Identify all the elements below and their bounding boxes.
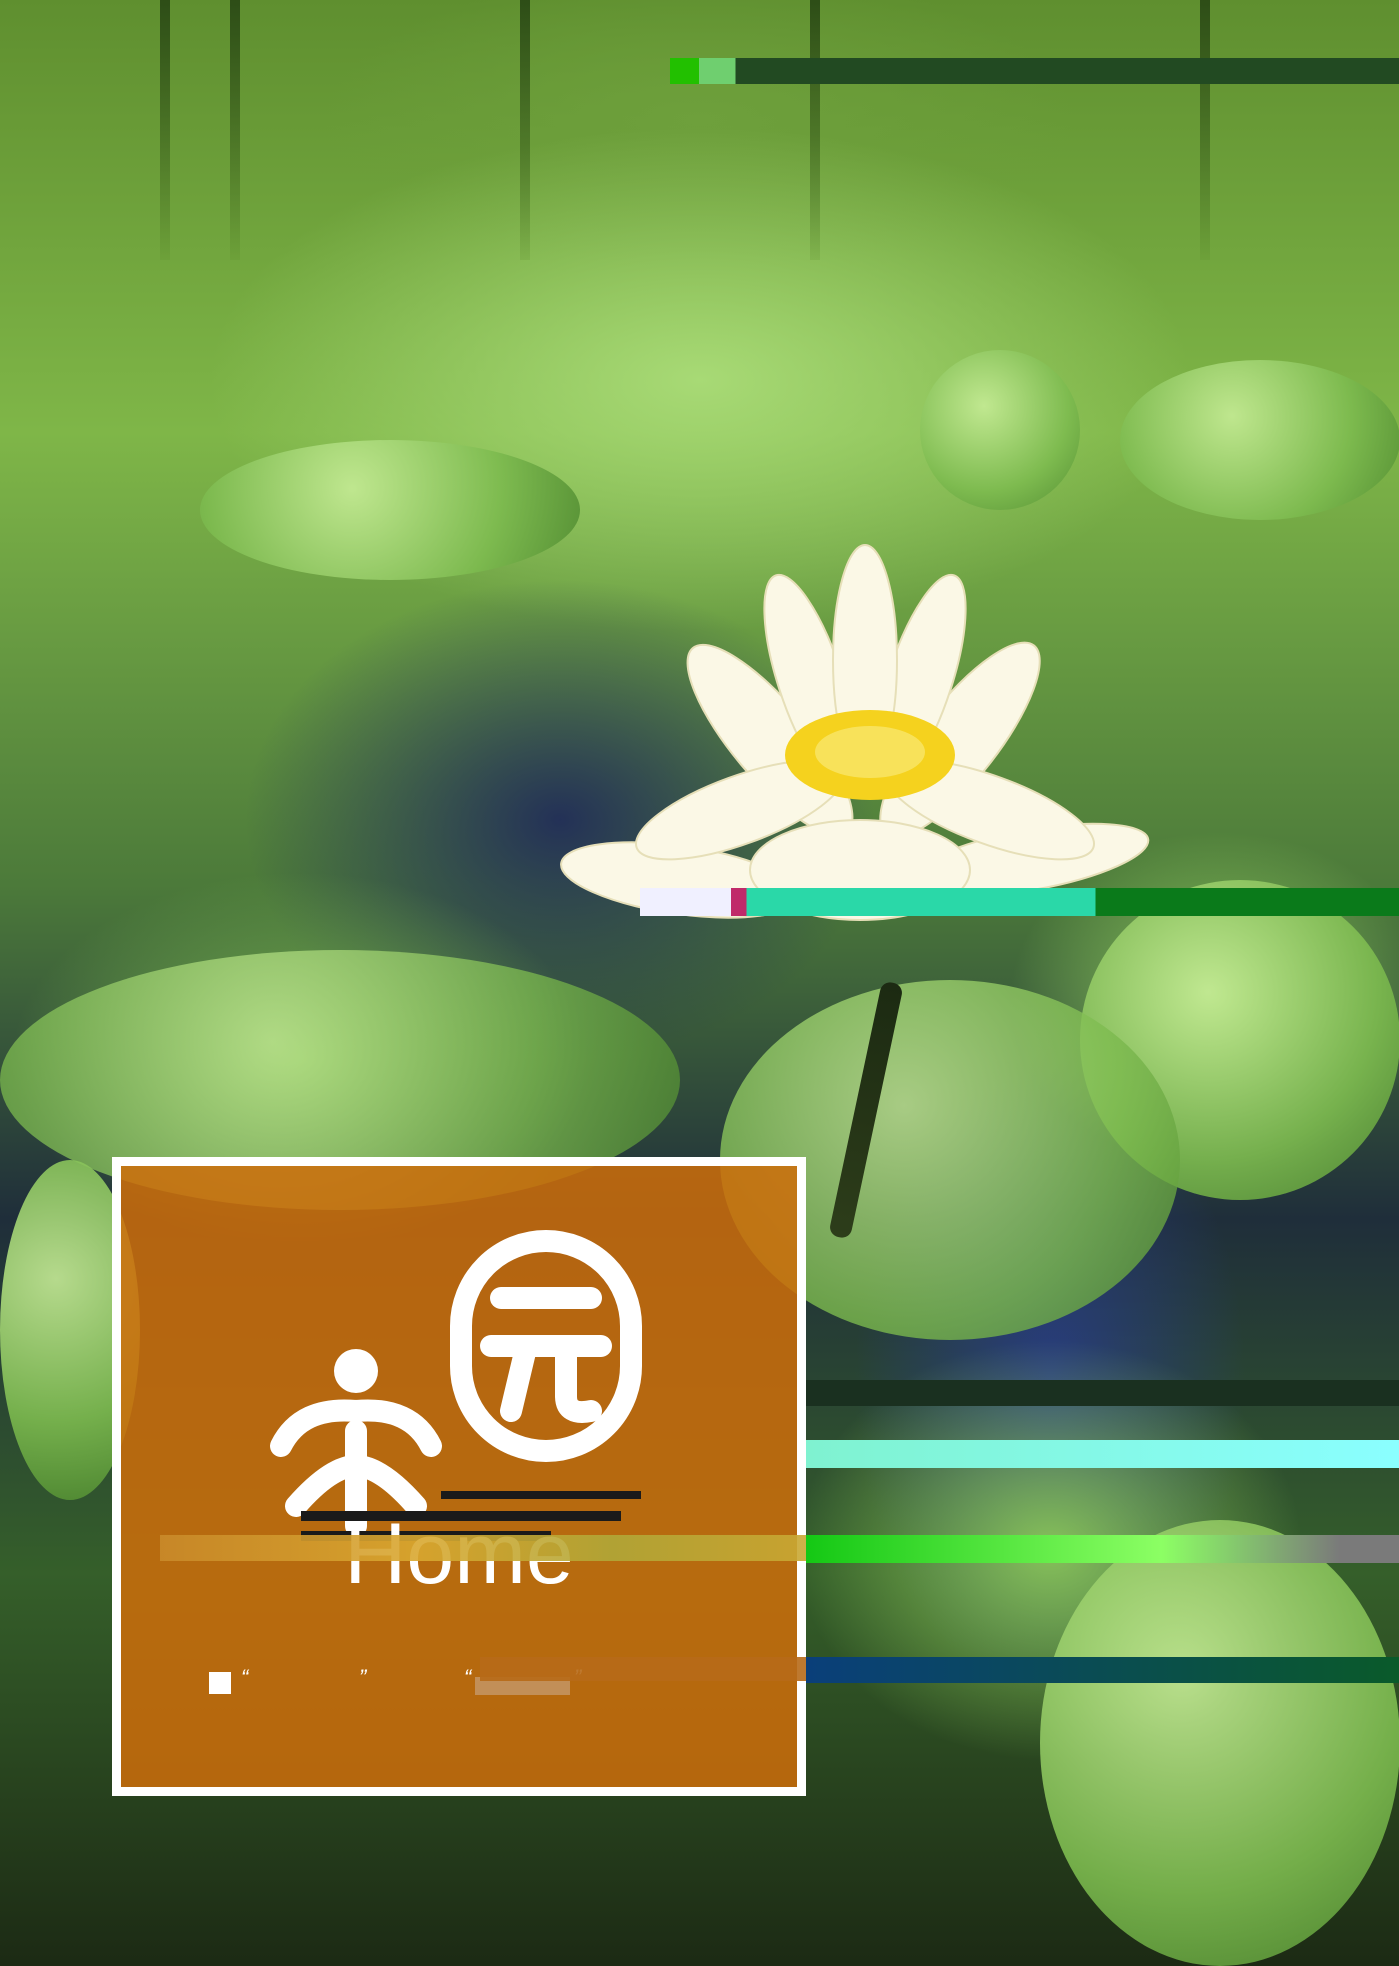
reed (160, 0, 170, 260)
glitch-band (160, 1535, 806, 1561)
glitch-band (480, 1657, 806, 1681)
reed (1200, 0, 1210, 260)
lily-pad (1120, 360, 1399, 520)
bullet-square (209, 1672, 231, 1694)
reed (230, 0, 240, 260)
open-quote: “ (464, 1665, 472, 1690)
open-quote: “ (241, 1665, 249, 1690)
lily-pad (920, 350, 1080, 510)
lily-pad (200, 440, 580, 580)
glitch-band (806, 1440, 1399, 1468)
title-card: Home “ ” “ ” (112, 1157, 806, 1796)
reed (810, 0, 820, 260)
glitch-band (806, 1657, 1399, 1683)
glitch-band (806, 1535, 1399, 1563)
lily-pad (1040, 1520, 1399, 1966)
reed (520, 0, 530, 260)
glitch-band (806, 1380, 1399, 1406)
glitch-band (640, 888, 1399, 916)
close-quote: ” (359, 1665, 367, 1690)
water-lily-flower (560, 544, 1150, 921)
glitch-band (670, 58, 1399, 84)
